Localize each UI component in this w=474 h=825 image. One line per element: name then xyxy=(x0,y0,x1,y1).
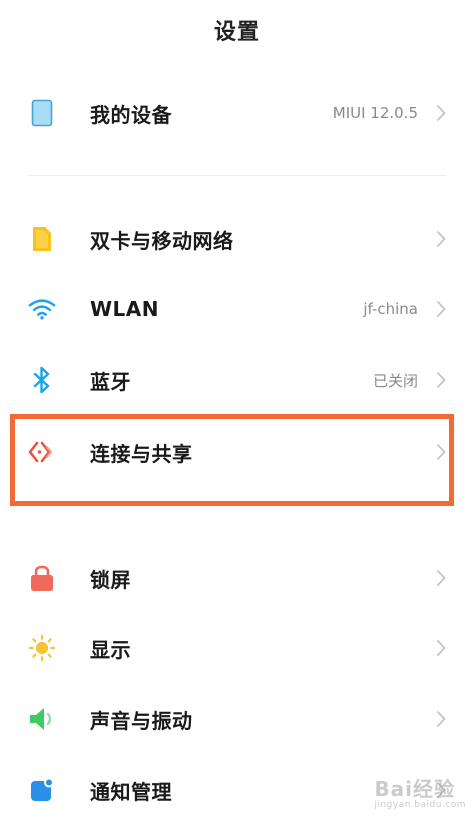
chevron-right-icon xyxy=(434,103,448,123)
settings-item-value: jf-china xyxy=(363,300,418,318)
settings-item-sound-vibration[interactable]: 声音与振动 xyxy=(0,684,474,754)
header: 设置 xyxy=(0,0,474,60)
chevron-right-icon xyxy=(434,229,448,249)
settings-item-display[interactable]: 显示 xyxy=(0,613,474,683)
chevron-right-icon xyxy=(434,568,448,588)
highlight-box xyxy=(10,414,454,506)
settings-item-value: MIUI 12.0.5 xyxy=(332,104,418,122)
settings-item-bluetooth[interactable]: 蓝牙 已关闭 xyxy=(0,345,474,415)
wifi-icon xyxy=(28,295,56,323)
section-divider xyxy=(28,175,446,176)
settings-item-label: 通知管理 xyxy=(90,779,172,804)
settings-item-value: 已关闭 xyxy=(372,371,418,390)
settings-item-label: WLAN xyxy=(90,297,160,321)
chevron-right-icon xyxy=(434,638,448,658)
settings-item-label: 我的设备 xyxy=(90,102,172,127)
settings-item-sim-mobile-network[interactable]: 双卡与移动网络 xyxy=(0,204,474,274)
settings-item-label: 双卡与移动网络 xyxy=(90,228,234,253)
speaker-icon xyxy=(28,705,56,733)
sim-card-icon xyxy=(28,225,56,253)
lock-icon xyxy=(28,564,56,592)
chevron-right-icon xyxy=(434,370,448,390)
page-title: 设置 xyxy=(213,20,260,45)
notification-icon xyxy=(28,776,56,804)
watermark-url: jingyan.baidu.com xyxy=(374,800,466,810)
settings-item-label: 蓝牙 xyxy=(90,369,131,394)
settings-item-label: 显示 xyxy=(90,637,131,662)
settings-item-label: 锁屏 xyxy=(90,567,131,592)
chevron-right-icon xyxy=(434,709,448,729)
bluetooth-icon xyxy=(28,366,56,394)
chevron-right-icon xyxy=(434,299,448,319)
settings-item-lock-screen[interactable]: 锁屏 xyxy=(0,543,474,613)
device-icon xyxy=(28,99,56,127)
sun-icon xyxy=(28,634,56,662)
watermark-brand: Bai经验 xyxy=(374,777,456,801)
settings-item-my-device[interactable]: 我的设备 MIUI 12.0.5 xyxy=(0,78,474,148)
settings-item-wlan[interactable]: WLAN jf-china xyxy=(0,274,474,344)
watermark: Bai经验 jingyan.baidu.com xyxy=(374,779,466,810)
settings-item-label: 声音与振动 xyxy=(90,708,193,733)
